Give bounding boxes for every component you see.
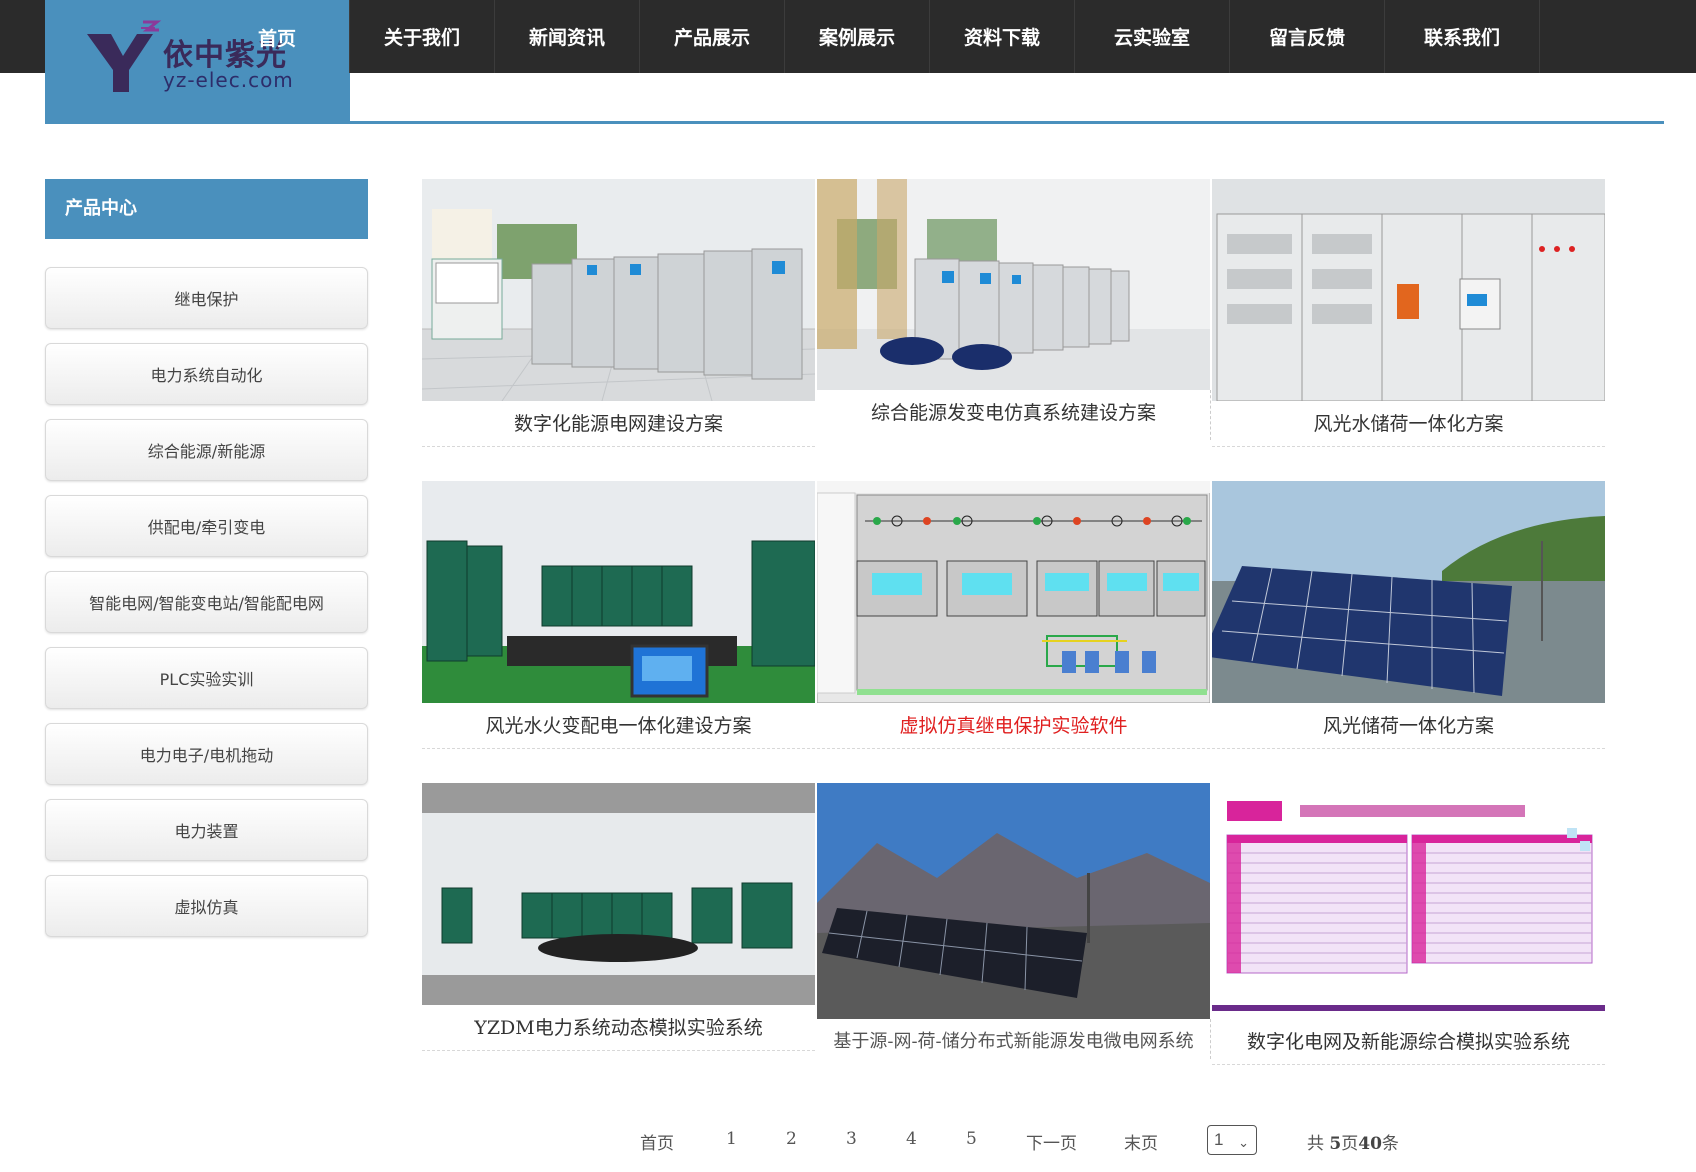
product-caption[interactable]: 综合能源发变电仿真系统建设方案 (817, 398, 1210, 435)
product-caption[interactable]: 风光水火变配电一体化建设方案 (422, 711, 815, 749)
nav-cases[interactable]: 案例展示 (785, 0, 930, 73)
sidebar-item-plc[interactable]: PLC实验实训 (45, 647, 368, 709)
product-image[interactable] (817, 783, 1210, 1019)
sidebar-item-power-automation[interactable]: 电力系统自动化 (45, 343, 368, 405)
product-image[interactable] (422, 179, 815, 401)
pagination: 首页 1 2 3 4 5 下一页 末页 1 ⌄ 共 5页40条 (0, 1125, 1696, 1155)
sidebar-item-power-devices[interactable]: 电力装置 (45, 799, 368, 861)
product-card[interactable]: 数字化电网及新能源综合模拟实验系统 (1212, 783, 1605, 1065)
product-image[interactable] (422, 783, 815, 1005)
sidebar-menu: 继电保护 电力系统自动化 综合能源/新能源 供配电/牵引变电 智能电网/智能变电… (45, 267, 368, 951)
product-card[interactable]: 风光储荷一体化方案 (1212, 481, 1605, 749)
pagination-page-1[interactable]: 1 (726, 1129, 737, 1149)
product-card[interactable]: 风光水储荷一体化方案 (1212, 179, 1605, 447)
pagination-items-unit: 条 (1381, 1134, 1399, 1154)
product-image[interactable] (422, 481, 815, 703)
product-card[interactable]: 综合能源发变电仿真系统建设方案 (817, 179, 1211, 440)
product-caption[interactable]: 数字化能源电网建设方案 (422, 409, 815, 447)
product-caption[interactable]: 风光储荷一体化方案 (1212, 711, 1605, 749)
logo-mark-icon (87, 20, 162, 92)
product-caption[interactable]: 基于源-网-荷-储分布式新能源发电微电网系统 (817, 1027, 1210, 1063)
pagination-last[interactable]: 末页 (1124, 1129, 1158, 1154)
product-caption[interactable]: 数字化电网及新能源综合模拟实验系统 (1212, 1027, 1605, 1065)
product-card[interactable]: 虚拟仿真继电保护实验软件 (817, 481, 1210, 749)
sidebar-item-power-electronics[interactable]: 电力电子/电机拖动 (45, 723, 368, 785)
product-caption[interactable]: 虚拟仿真继电保护实验软件 (817, 711, 1210, 749)
nav-products[interactable]: 产品展示 (640, 0, 785, 73)
sidebar-item-smart-grid[interactable]: 智能电网/智能变电站/智能配电网 (45, 571, 368, 633)
product-image[interactable] (817, 481, 1210, 703)
pagination-page-2[interactable]: 2 (786, 1129, 797, 1149)
pagination-page-3[interactable]: 3 (846, 1129, 857, 1149)
pagination-first[interactable]: 首页 (640, 1129, 674, 1154)
nav-about[interactable]: 关于我们 (350, 0, 495, 73)
product-image[interactable] (1212, 481, 1605, 703)
pagination-page-5[interactable]: 5 (966, 1129, 977, 1149)
nav-cloud-lab[interactable]: 云实验室 (1075, 0, 1230, 73)
chevron-down-icon: ⌄ (1238, 1135, 1249, 1150)
product-image[interactable] (1212, 783, 1605, 1019)
header-divider (45, 121, 1664, 124)
sidebar-item-virtual-sim[interactable]: 虚拟仿真 (45, 875, 368, 937)
nav-home[interactable]: 首页 (205, 0, 350, 73)
nav-news[interactable]: 新闻资讯 (495, 0, 640, 73)
product-card[interactable]: 数字化能源电网建设方案 (422, 179, 815, 447)
pagination-pages-unit: 页 (1341, 1134, 1359, 1154)
pagination-total-prefix: 共 (1307, 1134, 1324, 1154)
pagination-next[interactable]: 下一页 (1026, 1129, 1077, 1154)
main-nav: 首页 关于我们 新闻资讯 产品展示 案例展示 资料下载 云实验室 留言反馈 联系… (205, 0, 1540, 73)
product-caption[interactable]: 风光水储荷一体化方案 (1212, 409, 1605, 447)
sidebar-item-new-energy[interactable]: 综合能源/新能源 (45, 419, 368, 481)
page-select[interactable]: 1 ⌄ (1207, 1125, 1257, 1155)
pagination-total: 共 5页40条 (1307, 1129, 1399, 1154)
pagination-total-pages: 5 (1329, 1134, 1342, 1154)
nav-downloads[interactable]: 资料下载 (930, 0, 1075, 73)
pagination-total-items: 40 (1358, 1134, 1382, 1154)
pagination-page-4[interactable]: 4 (906, 1129, 917, 1149)
sidebar-title: 产品中心 (45, 179, 368, 239)
nav-contact[interactable]: 联系我们 (1385, 0, 1540, 73)
product-card[interactable]: 风光水火变配电一体化建设方案 (422, 481, 815, 749)
product-card[interactable]: YZDM电力系统动态模拟实验系统 (422, 783, 815, 1051)
nav-feedback[interactable]: 留言反馈 (1230, 0, 1385, 73)
product-image[interactable] (1212, 179, 1605, 401)
sidebar-item-relay-protection[interactable]: 继电保护 (45, 267, 368, 329)
sidebar-item-power-supply[interactable]: 供配电/牵引变电 (45, 495, 368, 557)
product-card[interactable]: 基于源-网-荷-储分布式新能源发电微电网系统 (817, 783, 1211, 1059)
product-caption[interactable]: YZDM电力系统动态模拟实验系统 (422, 1013, 815, 1051)
page-select-value: 1 (1214, 1130, 1224, 1149)
product-image[interactable] (817, 179, 1210, 390)
